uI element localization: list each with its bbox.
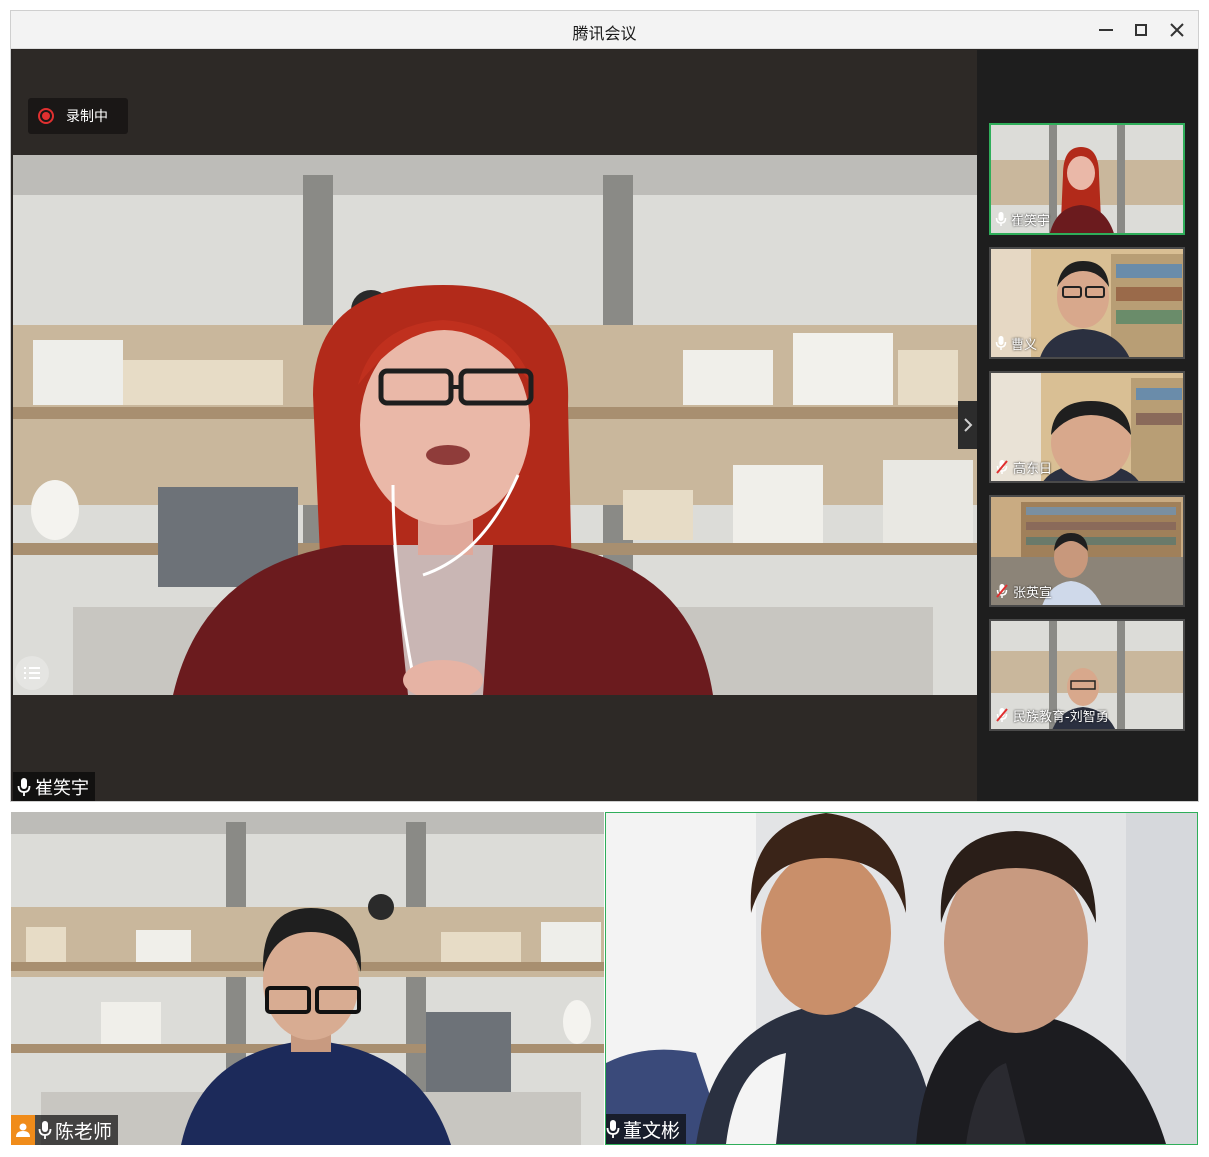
gallery-video-right[interactable]: 董文彬	[605, 812, 1198, 1145]
gallery-name-tag: 董文彬	[606, 1114, 687, 1144]
chevron-right-icon	[964, 418, 973, 432]
participant-name: 崔笑宇	[1011, 213, 1051, 229]
recording-label: 录制中	[66, 109, 108, 125]
participant-tag: 民族教育-刘智勇	[995, 705, 1109, 725]
close-icon	[1170, 23, 1184, 37]
participant-tag: 高东日	[995, 457, 1052, 477]
record-icon	[38, 108, 54, 124]
mic-icon	[38, 1121, 52, 1139]
user-icon	[16, 1123, 30, 1137]
title-bar: 腾讯会议	[11, 11, 1198, 49]
minimize-icon	[1099, 29, 1113, 31]
main-stage: 录制中 崔笑宇	[13, 50, 977, 801]
participant-tile[interactable]: 高东日	[989, 371, 1185, 483]
participant-tile[interactable]: 民族教育-刘智勇	[989, 619, 1185, 731]
gallery-video-left[interactable]: 陈老师	[11, 812, 604, 1145]
gallery-participant-name: 董文彬	[623, 1119, 681, 1142]
gallery-participant-name: 陈老师	[55, 1120, 113, 1143]
close-button[interactable]	[1164, 18, 1190, 42]
meeting-window: 腾讯会议 录制中 崔笑宇 崔笑宇 曹义 高东日 张英宣 民族教育-刘智勇	[10, 10, 1199, 802]
main-video-frame	[13, 155, 977, 695]
mic-muted-icon	[996, 708, 1008, 722]
mic-icon	[606, 1120, 620, 1138]
participant-name: 高东日	[1013, 461, 1053, 477]
mic-muted-icon	[996, 460, 1008, 474]
gallery-name-tag: 陈老师	[11, 1115, 119, 1145]
minimize-button[interactable]	[1093, 18, 1119, 42]
collapse-panel-button[interactable]	[958, 401, 978, 449]
mic-icon	[995, 212, 1007, 226]
menu-list-button[interactable]	[15, 656, 49, 690]
participants-panel: 崔笑宇 曹义 高东日 张英宣 民族教育-刘智勇	[977, 50, 1198, 801]
maximize-button[interactable]	[1128, 18, 1154, 42]
participant-tile[interactable]: 曹义	[989, 247, 1185, 359]
participant-tile[interactable]: 张英宣	[989, 495, 1185, 607]
gallery-video-frame	[606, 813, 1197, 1144]
list-icon	[24, 667, 40, 679]
participant-tag: 张英宣	[995, 581, 1052, 601]
mic-icon	[995, 336, 1007, 350]
maximize-icon	[1135, 24, 1147, 36]
main-speaker-video[interactable]	[13, 155, 977, 695]
mic-icon	[17, 777, 31, 796]
window-title: 腾讯会议	[572, 24, 637, 43]
main-speaker-tag: 崔笑宇	[13, 772, 95, 801]
recording-indicator[interactable]: 录制中	[28, 98, 128, 134]
mic-muted-icon	[996, 584, 1008, 598]
gallery-video-frame	[11, 812, 604, 1145]
host-badge	[11, 1115, 35, 1145]
participant-name: 曹义	[1011, 337, 1038, 353]
main-speaker-name: 崔笑宇	[35, 777, 89, 799]
participant-tag: 崔笑宇	[995, 209, 1050, 229]
participant-name: 民族教育-刘智勇	[1013, 709, 1109, 725]
participant-tag: 曹义	[995, 333, 1037, 353]
participant-name: 张英宣	[1013, 585, 1053, 601]
participant-tile[interactable]: 崔笑宇	[989, 123, 1185, 235]
